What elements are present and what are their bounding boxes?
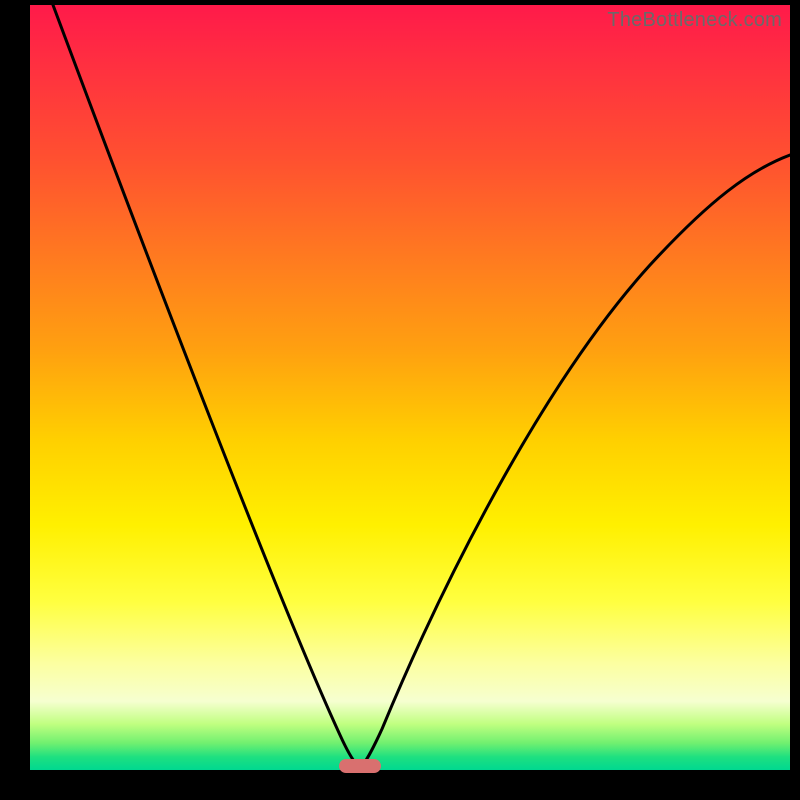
bottleneck-curve bbox=[30, 5, 790, 770]
minimum-marker bbox=[339, 759, 381, 773]
plot-area: TheBottleneck.com bbox=[30, 5, 790, 770]
chart-frame: TheBottleneck.com bbox=[0, 0, 800, 800]
curve-path bbox=[53, 5, 790, 767]
